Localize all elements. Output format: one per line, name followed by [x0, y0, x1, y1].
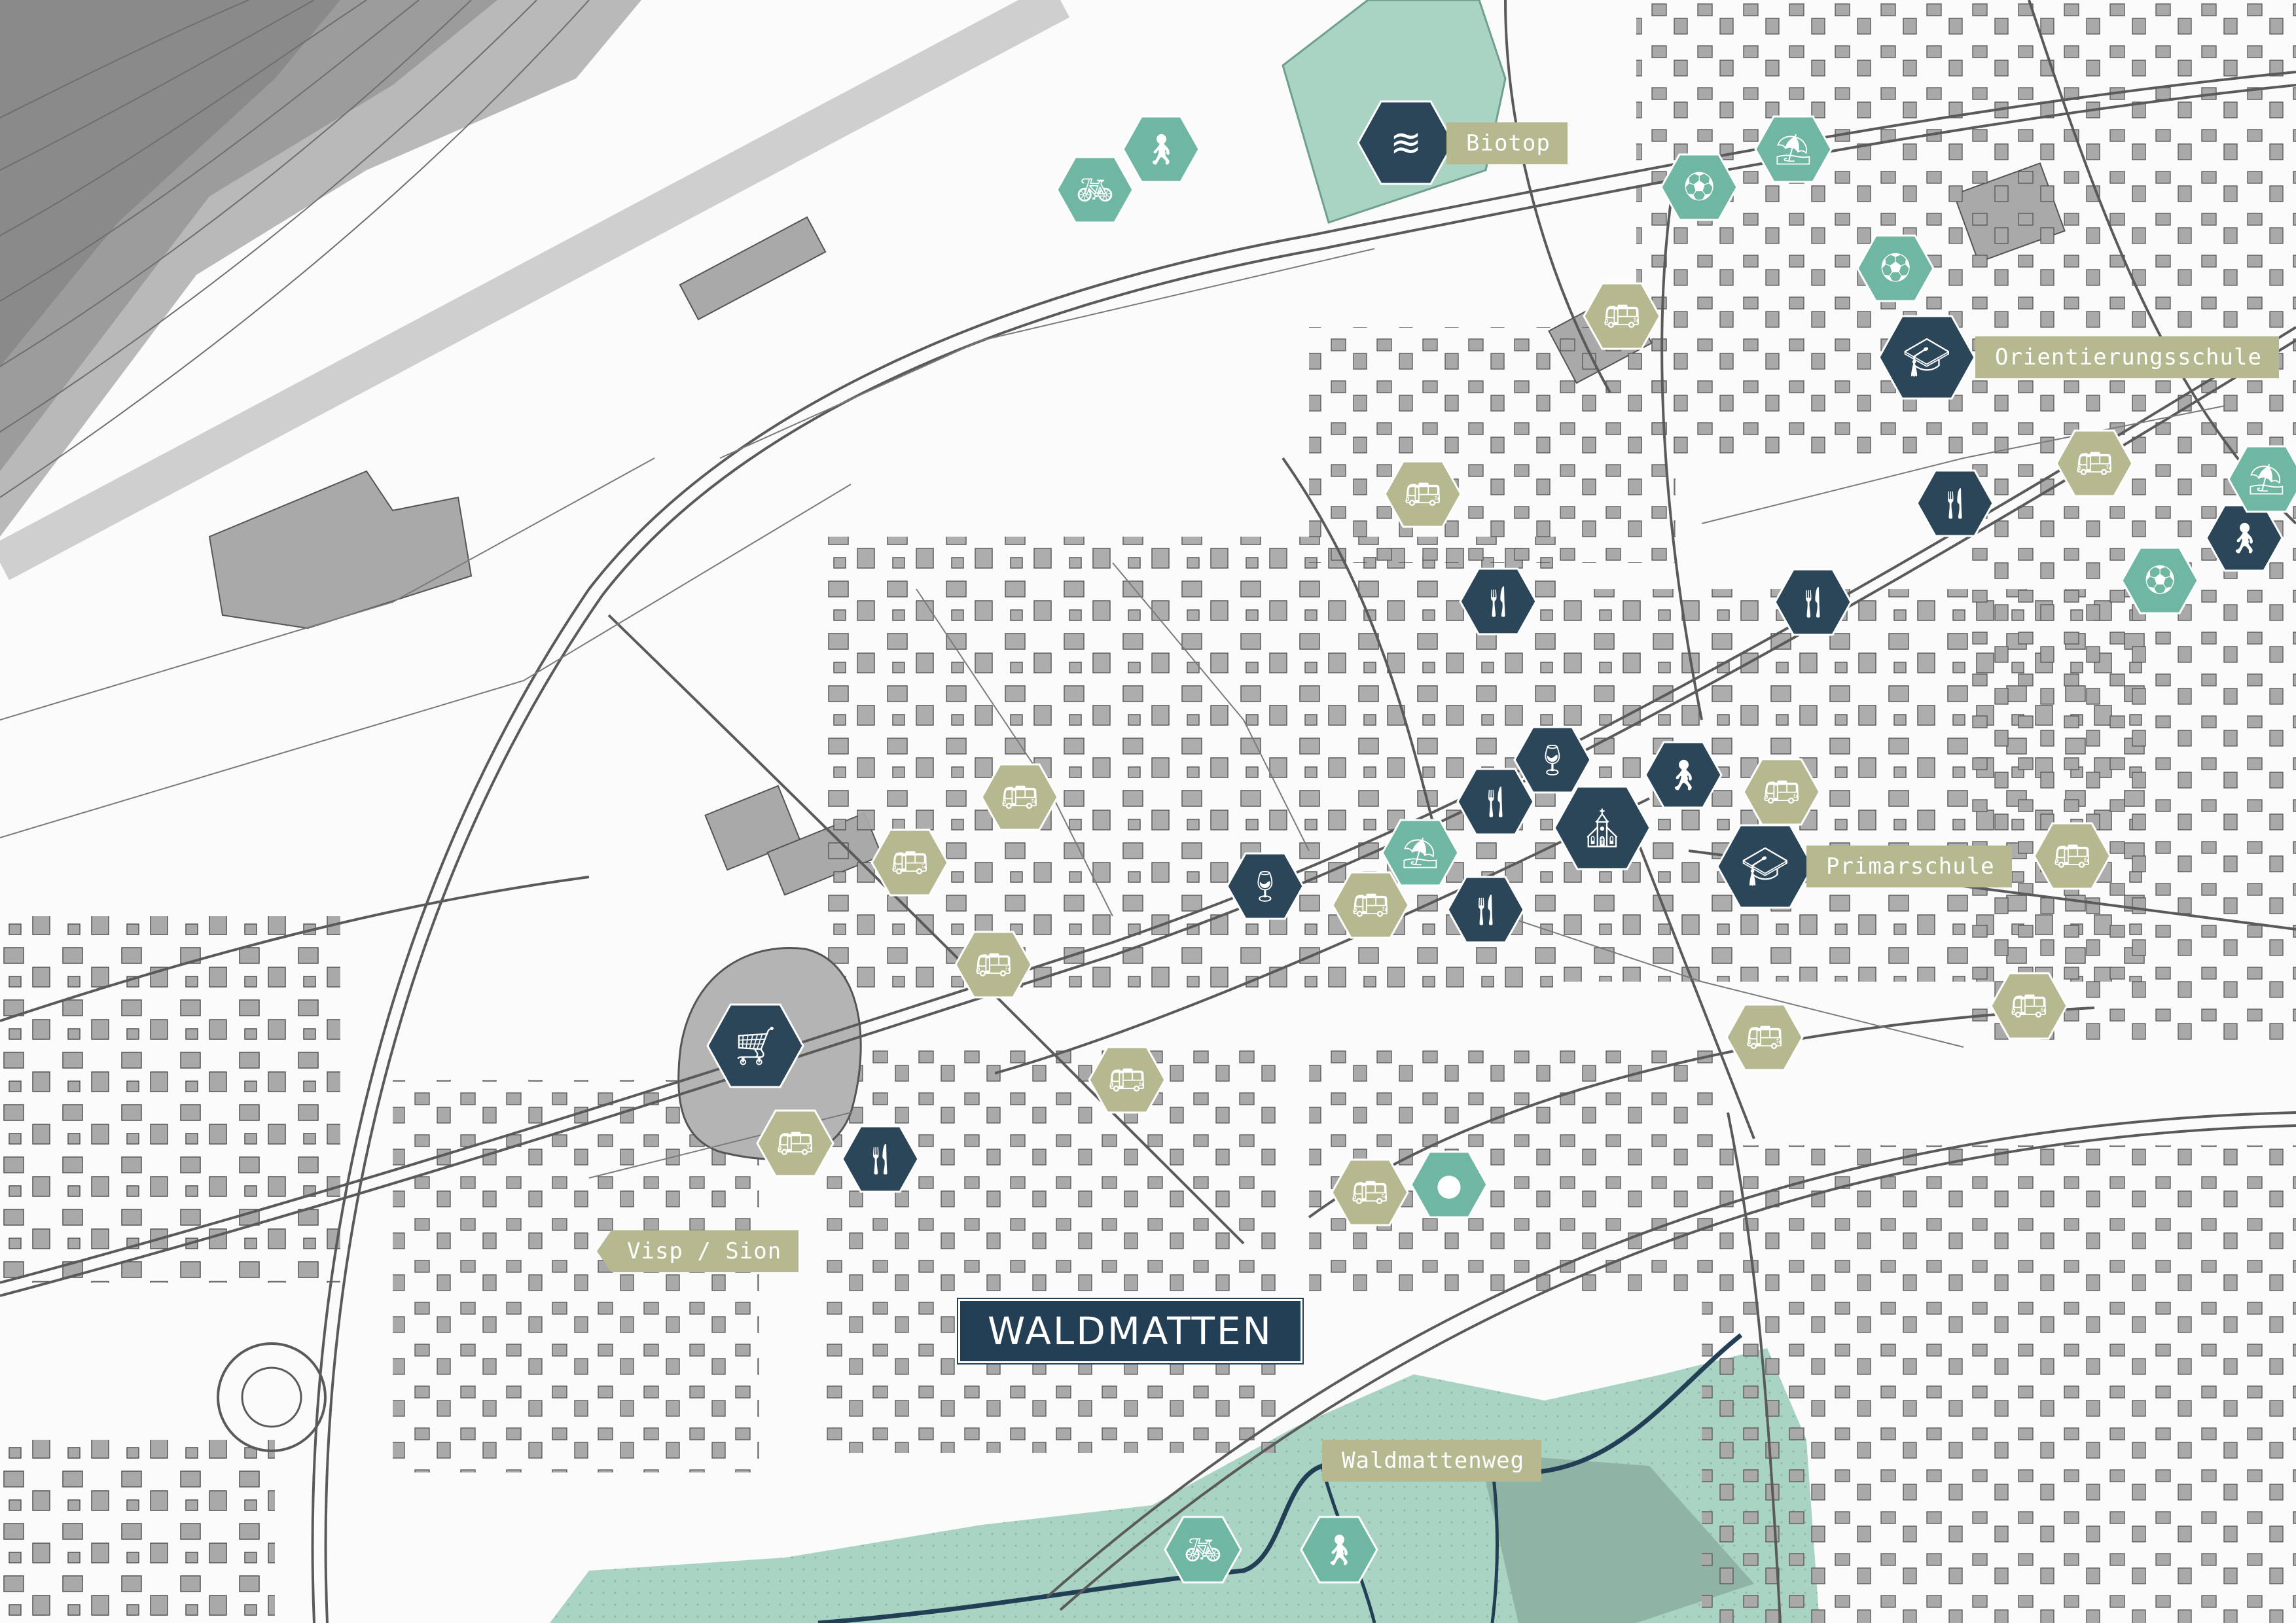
restaurant-marker[interactable]: 🍴︎	[1774, 568, 1852, 636]
bus-stop-marker[interactable]: 🚌︎	[1384, 460, 1462, 528]
shopping-cart-icon: 🛒︎	[731, 1024, 780, 1068]
playground-icon: ⛱︎	[2247, 461, 2286, 497]
tennis-icon: ●	[1435, 1167, 1463, 1202]
person-marker[interactable]: 🚶︎	[1644, 741, 1723, 809]
bus-icon: 🚌︎	[1350, 1175, 1390, 1210]
shopping-cart-marker[interactable]: 🛒︎	[706, 1003, 804, 1088]
label-visp-sion: Visp / Sion	[597, 1230, 799, 1272]
bus-icon: 🚌︎	[776, 1126, 815, 1161]
church-marker[interactable]: ⛪︎	[1553, 785, 1651, 870]
hiking-marker[interactable]: 🚶︎	[1300, 1516, 1378, 1584]
playground-icon: ⛱︎	[1401, 835, 1440, 870]
playground-icon: ⛱︎	[1774, 132, 1813, 167]
bus-stop-marker[interactable]: 🚌︎	[1583, 282, 1661, 350]
label-waldmattenweg: Waldmattenweg	[1322, 1440, 1542, 1482]
bus-stop-marker[interactable]: 🚌︎	[980, 763, 1059, 831]
label-primarschule: Primarschule	[1806, 846, 2012, 887]
playground-marker[interactable]: ⛱︎	[1754, 115, 1833, 183]
church-icon: ⛪︎	[1578, 806, 1626, 850]
restaurant-icon: 🍴︎	[1793, 584, 1833, 620]
wine-glass-icon: 🍷︎	[1246, 868, 1285, 904]
map-title: WALDMATTEN	[958, 1299, 1302, 1363]
bus-stop-marker[interactable]: 🚌︎	[870, 829, 949, 897]
hiking-icon: 🚶︎	[1319, 1532, 1359, 1567]
bus-icon: 🚌︎	[2009, 988, 2049, 1024]
bus-stop-marker[interactable]: 🚌︎	[756, 1109, 834, 1177]
hiking-icon: 🚶︎	[1141, 132, 1181, 167]
bicycle-marker[interactable]: 🚲︎	[1164, 1516, 1242, 1584]
graduation-cap-marker[interactable]: 🎓︎	[1878, 315, 1976, 400]
graduation-cap-icon: 🎓︎	[1903, 335, 1951, 380]
football-marker[interactable]: ⚽︎	[1660, 153, 1738, 221]
base-map	[0, 0, 2296, 1623]
bus-stop-marker[interactable]: 🚌︎	[2055, 429, 2134, 497]
restaurant-marker[interactable]: 🍴︎	[1916, 469, 1994, 537]
bus-stop-marker[interactable]: 🚌︎	[1990, 972, 2068, 1040]
bus-icon: 🚌︎	[1762, 774, 1801, 810]
football-icon: ⚽︎	[1684, 169, 1714, 205]
restaurant-icon: 🍴︎	[1935, 486, 1975, 521]
graduation-cap-icon: 🎓︎	[1741, 844, 1789, 889]
restaurant-marker[interactable]: 🍴︎	[841, 1125, 920, 1193]
playground-marker[interactable]: ⛱︎	[2227, 445, 2296, 513]
hiking-marker[interactable]: 🚶︎	[1122, 115, 1200, 183]
football-icon: ⚽︎	[2145, 563, 2175, 598]
label-orientierungsschule: Orientierungsschule	[1975, 336, 2279, 378]
person-icon: 🚶︎	[1664, 757, 1703, 793]
label-biotop: Biotop	[1446, 122, 1568, 164]
bus-icon: 🚌︎	[2075, 446, 2114, 481]
water-marker[interactable]: ≋	[1357, 100, 1455, 185]
restaurant-icon: 🍴︎	[1479, 584, 1518, 619]
restaurant-icon: 🍴︎	[861, 1141, 900, 1177]
bus-icon: 🚌︎	[1602, 298, 1641, 334]
bus-stop-marker[interactable]: 🚌︎	[1742, 758, 1821, 826]
person-marker[interactable]: 🚶︎	[2205, 504, 2284, 572]
bus-icon: 🚌︎	[974, 947, 1013, 982]
bus-icon: 🚌︎	[1403, 476, 1443, 512]
bus-stop-marker[interactable]: 🚌︎	[1331, 1158, 1409, 1226]
person-icon: 🚶︎	[2225, 520, 2264, 556]
bus-stop-marker[interactable]: 🚌︎	[954, 931, 1033, 999]
bus-icon: 🚌︎	[1107, 1062, 1147, 1097]
bus-icon: 🚌︎	[2053, 838, 2092, 874]
playground-marker[interactable]: ⛱︎	[1381, 819, 1460, 887]
wine-glass-marker[interactable]: 🍷︎	[1226, 852, 1304, 920]
water-icon: ≋	[1390, 120, 1422, 165]
bicycle-icon: 🚲︎	[1183, 1532, 1223, 1567]
waldmatten-map[interactable]: 🛒︎ 🍴︎ 🍴︎ 🍴︎ 🍴︎ 🍴︎ 🍴︎ 🍷︎ 🍷︎ ⛪︎ 🚶︎ 🚶︎ ≋ 🎓︎…	[0, 0, 2296, 1623]
bus-icon: 🚌︎	[890, 845, 929, 880]
wine-glass-marker[interactable]: 🍷︎	[1513, 726, 1592, 794]
bus-stop-marker[interactable]: 🚌︎	[1088, 1046, 1166, 1114]
bus-icon: 🚌︎	[1000, 779, 1039, 815]
bus-stop-marker[interactable]: 🚌︎	[1725, 1003, 1804, 1071]
restaurant-marker[interactable]: 🍴︎	[1459, 567, 1537, 635]
football-icon: ⚽︎	[1880, 251, 1910, 286]
football-marker[interactable]: ⚽︎	[2121, 546, 2199, 615]
tennis-marker[interactable]: ●	[1410, 1150, 1488, 1219]
bus-stop-marker[interactable]: 🚌︎	[2033, 822, 2111, 890]
bus-icon: 🚌︎	[1745, 1020, 1784, 1055]
wine-glass-icon: 🍷︎	[1533, 742, 1572, 777]
graduation-cap-marker[interactable]: 🎓︎	[1716, 824, 1814, 909]
football-marker[interactable]: ⚽︎	[1856, 234, 1935, 302]
